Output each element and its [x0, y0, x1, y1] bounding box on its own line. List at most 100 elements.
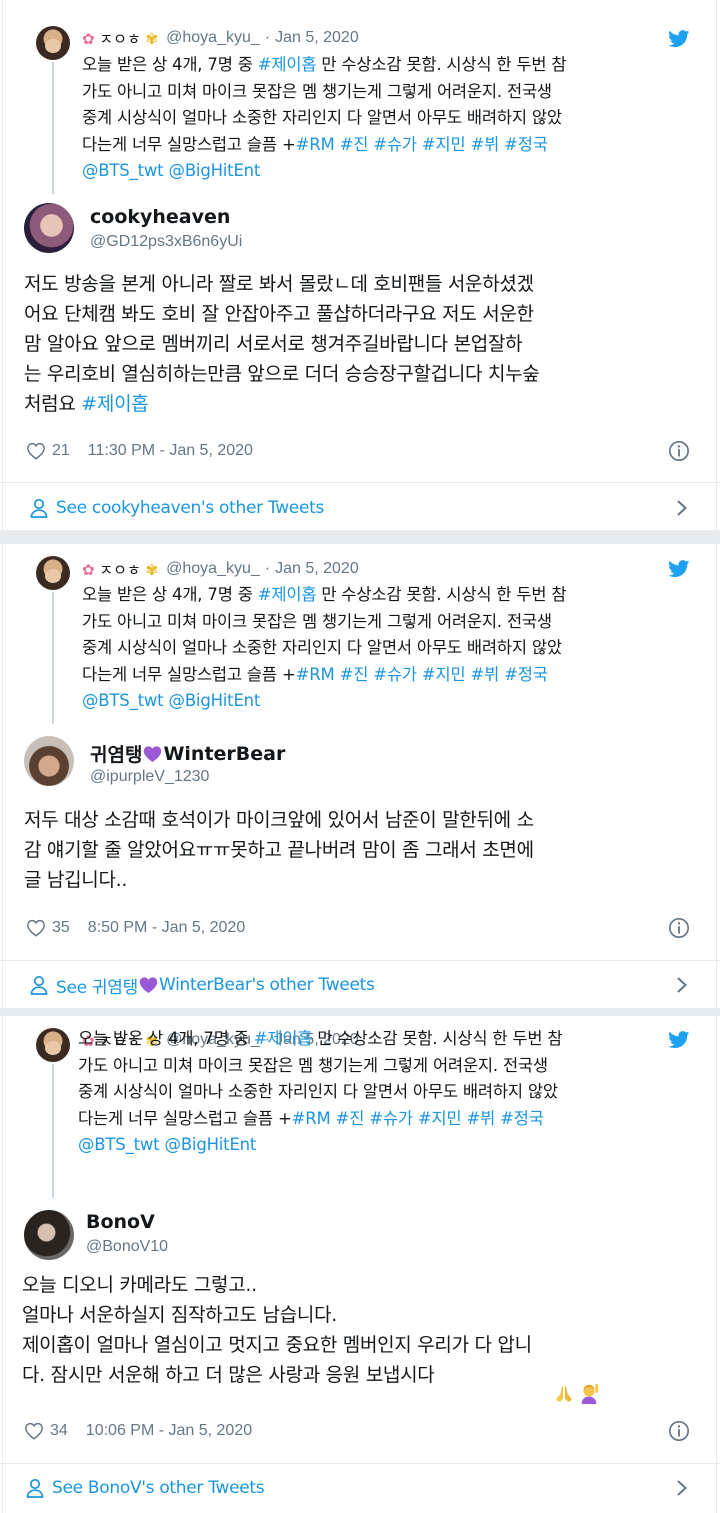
card-border-right: [716, 1016, 717, 1513]
text-line: 오늘 디오니 카메라도 그렇고..: [22, 1270, 702, 1300]
parent-tweet-text: 오늘 받은 상 4개, 7명 중 #제이홉 만 수상소감 못함. 시상식 한 두…: [78, 1026, 698, 1159]
reply-tweet-text: 저두 대상 소감때 호석이가 마이크앞에 있어서 남준이 말한뒤에 소감 얘기할…: [24, 805, 704, 895]
text-line: 처럼요 #제이홉: [24, 389, 704, 419]
heart-like-icon[interactable]: [24, 1422, 44, 1440]
text-segment: 가도 아니고 미쳐 마이크 못잡은 멤 챙기는게 그렇게 어려운지. 전국생: [82, 611, 552, 631]
text-line: 가도 아니고 미쳐 마이크 못잡은 멤 챙기는게 그렇게 어려운지. 전국생: [82, 79, 702, 106]
hashtag-link[interactable]: #슈가: [369, 1109, 413, 1128]
hashtag-link[interactable]: #뷔: [471, 665, 500, 684]
text-line: 중계 시상식이 얼마나 소중한 자리인지 다 알면서 아무도 배려하지 않았: [78, 1079, 698, 1106]
text-line: @BTS_twt @BigHitEnt: [82, 158, 702, 185]
person-icon: [30, 498, 48, 518]
hashtag-link[interactable]: #RM: [296, 665, 335, 684]
hashtag-link[interactable]: #지민: [418, 1109, 462, 1128]
reply-avatar[interactable]: [24, 1210, 74, 1260]
hashtag-link[interactable]: #지민: [422, 665, 466, 684]
parent-author-handle[interactable]: @hoya_kyu_: [166, 29, 260, 47]
text-segment: 다는게 너무 실망스럽고 슬픔 +: [78, 1108, 292, 1128]
reply-author-handle[interactable]: @ipurpleV_1230: [90, 768, 209, 786]
reply-author-name[interactable]: 귀염탱 WinterBear: [90, 740, 285, 767]
hashtag-link[interactable]: #제이홉: [81, 393, 148, 415]
embedded-tweet-card: ✿ ㅈㅇㅎ ✾ @hoya_kyu_ · Jan 5, 2020 오늘 받은 상…: [0, 1016, 720, 1513]
text-line: @BTS_twt @BigHitEnt: [82, 688, 702, 715]
mention-link[interactable]: @BTS_twt: [82, 161, 164, 180]
parent-avatar[interactable]: [36, 26, 70, 60]
hashtag-link[interactable]: #뷔: [471, 135, 500, 154]
reply-author-name[interactable]: BonoV: [86, 1211, 155, 1233]
twitter-bird-icon[interactable]: [668, 560, 690, 578]
hashtag-link[interactable]: #RM: [292, 1109, 331, 1128]
tweet-timestamp[interactable]: 8:50 PM - Jan 5, 2020: [88, 919, 245, 937]
text-segment: 만 수상소감 못함. 시상식 한 두번 참: [316, 585, 567, 604]
info-icon[interactable]: [668, 1420, 690, 1442]
reply-avatar[interactable]: [24, 736, 74, 786]
hashtag-link[interactable]: #진: [336, 1109, 365, 1128]
see-other-tweets-link[interactable]: See cookyheaven's other Tweets: [0, 483, 720, 533]
sunflower-icon: ✾: [145, 29, 159, 48]
reply-author-handle[interactable]: @GD12ps3xB6n6yUi: [90, 233, 242, 251]
heart-like-icon[interactable]: [26, 919, 46, 937]
text-segment: 얼마나 서운하실지 짐작하고도 남습니다.: [22, 1304, 338, 1326]
mention-link[interactable]: @BigHitEnt: [169, 161, 261, 180]
parent-avatar[interactable]: [36, 1028, 70, 1062]
mention-link[interactable]: @BTS_twt: [78, 1135, 160, 1154]
hashtag-link[interactable]: #슈가: [373, 135, 417, 154]
like-count: 34: [50, 1422, 68, 1439]
text-line: 글 남깁니다..: [24, 865, 704, 895]
parent-tweet-date[interactable]: Jan 5, 2020: [275, 560, 359, 578]
see-other-tweets-link[interactable]: See BonoV's other Tweets: [0, 1463, 720, 1513]
text-segment: 다는게 너무 실망스럽고 슬픔 +: [82, 134, 296, 154]
parent-author-name[interactable]: ✿ ㅈㅇㅎ ✾: [82, 28, 158, 49]
heart-like-icon[interactable]: [26, 442, 46, 460]
reply-avatar[interactable]: [24, 203, 74, 253]
hashtag-link[interactable]: #진: [340, 665, 369, 684]
text-line: 저두 대상 소감때 호석이가 마이크앞에 있어서 남준이 말한뒤에 소: [24, 805, 704, 835]
hashtag-link[interactable]: #뷔: [467, 1109, 496, 1128]
person-icon: [30, 975, 48, 995]
parent-avatar[interactable]: [36, 556, 70, 590]
tweet-timestamp[interactable]: 10:06 PM - Jan 5, 2020: [86, 1422, 252, 1440]
mention-link[interactable]: @BigHitEnt: [165, 1135, 257, 1154]
text-line: 저도 방송을 본게 아니라 짤로 봐서 몰랐ㄴ데 호비팬들 서운하셨겠: [24, 269, 704, 299]
purple-heart-icon: [144, 745, 162, 762]
text-segment: 중계 시상식이 얼마나 소중한 자리인지 다 알면서 아무도 배려하지 않았: [82, 638, 562, 657]
info-icon[interactable]: [668, 917, 690, 939]
info-icon[interactable]: [668, 440, 690, 462]
text-line: 다는게 너무 실망스럽고 슬픔 +#RM #진 #슈가 #지민 #뷔 #정국: [82, 662, 702, 689]
mention-link[interactable]: @BigHitEnt: [169, 691, 261, 710]
hashtag-link[interactable]: #정국: [500, 1109, 544, 1128]
text-segment: 다. 잠시만 서운해 하고 더 많은 사랑과 응원 보냅시다: [22, 1364, 435, 1386]
hashtag-link[interactable]: #정국: [504, 665, 548, 684]
tweet-timestamp[interactable]: 11:30 PM - Jan 5, 2020: [88, 442, 253, 460]
twitter-bird-icon[interactable]: [668, 30, 690, 48]
hashtag-link[interactable]: #제이홉: [258, 585, 317, 604]
hashtag-link[interactable]: #RM: [296, 135, 335, 154]
mention-link[interactable]: @BTS_twt: [82, 691, 164, 710]
parent-tweet-date[interactable]: Jan 5, 2020: [275, 29, 359, 47]
chevron-right-icon: [677, 1480, 687, 1496]
text-segment: 감 얘기할 줄 알았어요ㅠㅠ못하고 끝나버려 맘이 좀 그래서 초면에: [24, 839, 534, 861]
text-segment: 가도 아니고 미쳐 마이크 못잡은 멤 챙기는게 그렇게 어려운지. 전국생: [78, 1055, 548, 1075]
hashtag-link[interactable]: #슈가: [373, 665, 417, 684]
hashtag-link[interactable]: #정국: [504, 135, 548, 154]
thread-line: [52, 62, 54, 194]
text-segment: 다는게 너무 실망스럽고 슬픔 +: [82, 664, 296, 684]
hashtag-link[interactable]: #제이홉: [254, 1029, 313, 1048]
text-line: 가도 아니고 미쳐 마이크 못잡은 멤 챙기는게 그렇게 어려운지. 전국생: [82, 609, 702, 636]
parent-author-name[interactable]: ✿ ㅈㅇㅎ ✾: [82, 559, 158, 580]
see-other-tweets-label: See BonoV's other Tweets: [52, 1478, 265, 1498]
text-line: 다는게 너무 실망스럽고 슬픔 +#RM #진 #슈가 #지민 #뷔 #정국: [82, 132, 702, 159]
text-line: 감 얘기할 줄 알았어요ㅠㅠ못하고 끝나버려 맘이 좀 그래서 초면에: [24, 835, 704, 865]
hashtag-link[interactable]: #지민: [422, 135, 466, 154]
text-line: 다는게 너무 실망스럽고 슬픔 +#RM #진 #슈가 #지민 #뷔 #정국: [78, 1106, 698, 1133]
reply-author-name[interactable]: cookyheaven: [90, 206, 230, 228]
reply-author-handle[interactable]: @BonoV10: [86, 1238, 168, 1256]
text-line: 오늘 받은 상 4개, 7명 중 #제이홉 만 수상소감 못함. 시상식 한 두…: [82, 52, 702, 79]
parent-author-handle[interactable]: @hoya_kyu_: [166, 560, 260, 578]
chevron-right-icon: [677, 977, 687, 993]
hashtag-link[interactable]: #제이홉: [258, 55, 317, 74]
see-other-tweets-link[interactable]: See 귀염탱 WinterBear's other Tweets: [0, 960, 720, 1010]
hashtag-link[interactable]: #진: [340, 135, 369, 154]
purple-heart-icon: [139, 977, 158, 993]
like-count: 35: [52, 919, 70, 936]
